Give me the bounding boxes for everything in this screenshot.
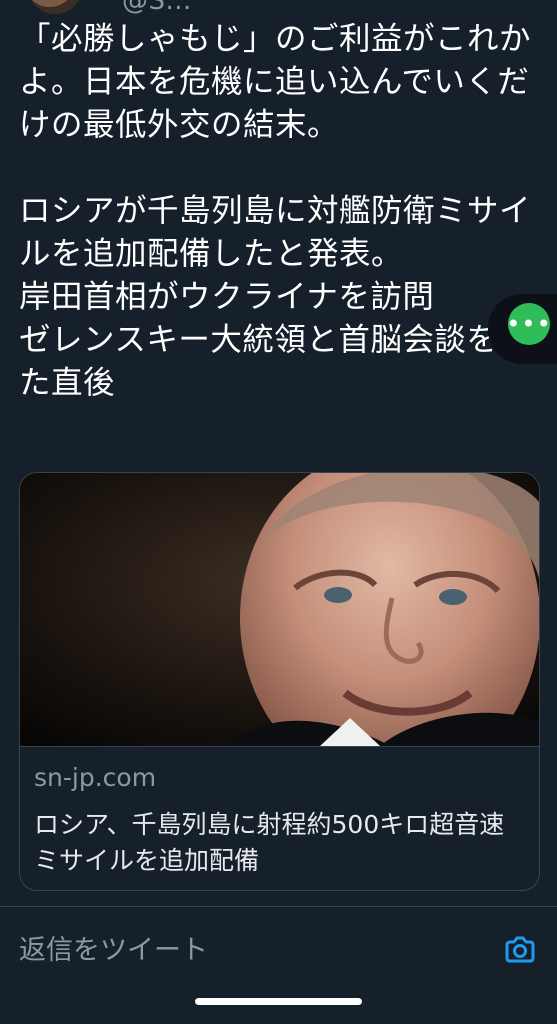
camera-button[interactable] xyxy=(502,931,538,967)
tweet-detail-screen: @S... 「必勝しゃもじ」のご利益がこれかよ。日本を危機に追い込んでいくだけの… xyxy=(0,0,557,1024)
author-handle[interactable]: @S... xyxy=(122,0,192,14)
card-preview-image[interactable] xyxy=(20,473,539,746)
tweet-text: 「必勝しゃもじ」のご利益がこれかよ。日本を危機に追い込んでいくだけの最低外交の結… xyxy=(19,21,532,401)
portrait-image xyxy=(20,473,539,746)
camera-icon xyxy=(505,936,535,963)
tweet-author-row: @S... xyxy=(0,0,557,14)
card-domain: sn-jp.com xyxy=(34,763,157,792)
link-preview-card[interactable]: sn-jp.com ロシア、千島列島に射程約500キロ超音速ミサイルを追加配備 xyxy=(19,472,540,891)
home-indicator xyxy=(195,998,362,1005)
card-title: ロシア、千島列島に射程約500キロ超音速ミサイルを追加配備 xyxy=(34,810,505,875)
reply-divider xyxy=(0,906,557,907)
more-button[interactable]: ••• xyxy=(506,303,552,345)
avatar[interactable] xyxy=(28,0,82,14)
reply-input[interactable] xyxy=(19,928,489,972)
card-meta[interactable]: sn-jp.com ロシア、千島列島に射程約500キロ超音速ミサイルを追加配備 xyxy=(20,746,539,890)
more-horizontal-icon: ••• xyxy=(506,310,552,338)
floating-more-tab[interactable]: ••• xyxy=(488,294,557,364)
